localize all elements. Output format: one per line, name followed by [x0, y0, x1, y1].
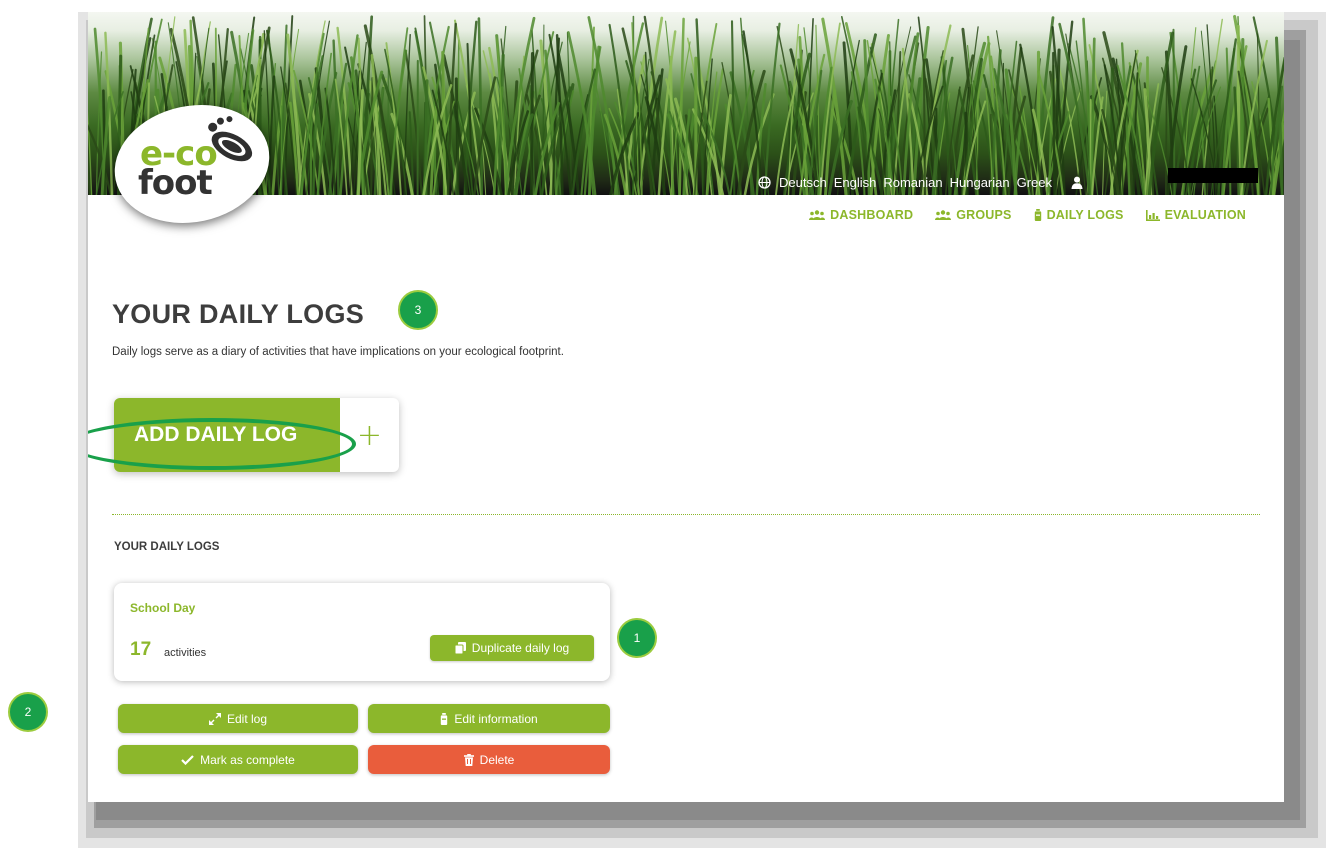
annotation-badge-1: 1: [617, 618, 657, 658]
language-link-deutsch[interactable]: Deutsch: [779, 175, 827, 190]
activity-count-label: activities: [164, 647, 207, 659]
page-subtitle: Daily logs serve as a diary of activitie…: [112, 346, 564, 358]
language-link-greek[interactable]: Greek: [1017, 175, 1052, 190]
nav-label-groups: GROUPS: [956, 208, 1012, 222]
bottle-icon: [1034, 209, 1041, 221]
daily-log-card[interactable]: School Day 17 activities Duplicate daily…: [114, 583, 610, 681]
mark-as-complete-button[interactable]: Mark as complete: [118, 745, 358, 774]
chart-icon: [1145, 209, 1160, 221]
delete-label: Delete: [479, 752, 515, 767]
section-divider: [112, 514, 1260, 515]
users-icon: [809, 210, 826, 220]
edit-log-button[interactable]: Edit log: [118, 704, 358, 733]
delete-button[interactable]: Delete: [368, 745, 610, 774]
nav-item-dashboard[interactable]: DASHBOARD: [809, 208, 913, 222]
bottle-icon: [441, 712, 448, 725]
expand-icon: [208, 712, 221, 725]
edit-information-button[interactable]: Edit information: [368, 704, 610, 733]
globe-icon: [758, 175, 771, 189]
users-icon: [935, 210, 952, 220]
activity-count: 17: [130, 639, 152, 660]
mark-as-complete-label: Mark as complete: [200, 752, 295, 767]
edit-information-label: Edit information: [454, 711, 538, 726]
annotation-badge-3: 3: [398, 290, 438, 330]
duplicate-daily-log-button[interactable]: Duplicate daily log: [430, 635, 594, 661]
user-name-field[interactable]: [1168, 168, 1258, 183]
copy-icon: [454, 642, 466, 654]
language-link-hungarian[interactable]: Hungarian: [950, 175, 1010, 190]
nav-item-groups[interactable]: GROUPS: [935, 208, 1011, 222]
annotation-badge-2: 2: [8, 692, 48, 732]
trash-icon: [463, 753, 474, 766]
nav-item-daily-logs[interactable]: DAILY LOGS: [1034, 208, 1124, 222]
page-title: YOUR DAILY LOGS: [112, 299, 365, 329]
nav-label-dashboard: DASHBOARD: [830, 208, 914, 222]
nav-label-daily-logs: DAILY LOGS: [1046, 208, 1124, 222]
logo-text: e-co foot: [138, 137, 218, 203]
check-icon: [181, 754, 194, 765]
main-nav: DASHBOARD GROUPS DAILY LOGS EVALUATION: [809, 208, 1246, 222]
section-title: YOUR DAILY LOGS: [114, 541, 220, 553]
logo-line2: foot: [138, 163, 213, 203]
edit-log-label: Edit log: [226, 711, 268, 726]
nav-item-evaluation[interactable]: EVALUATION: [1145, 208, 1246, 222]
language-link-english[interactable]: English: [834, 175, 877, 190]
user-icon[interactable]: [1071, 176, 1083, 189]
duplicate-daily-log-label: Duplicate daily log: [471, 641, 570, 655]
log-title: School Day: [130, 601, 196, 615]
page: Deutsch English Romanian Hungarian Greek…: [88, 12, 1284, 802]
language-link-romanian[interactable]: Romanian: [883, 175, 942, 190]
nav-label-evaluation: EVALUATION: [1164, 208, 1246, 222]
language-bar: Deutsch English Romanian Hungarian Greek: [758, 169, 1083, 195]
